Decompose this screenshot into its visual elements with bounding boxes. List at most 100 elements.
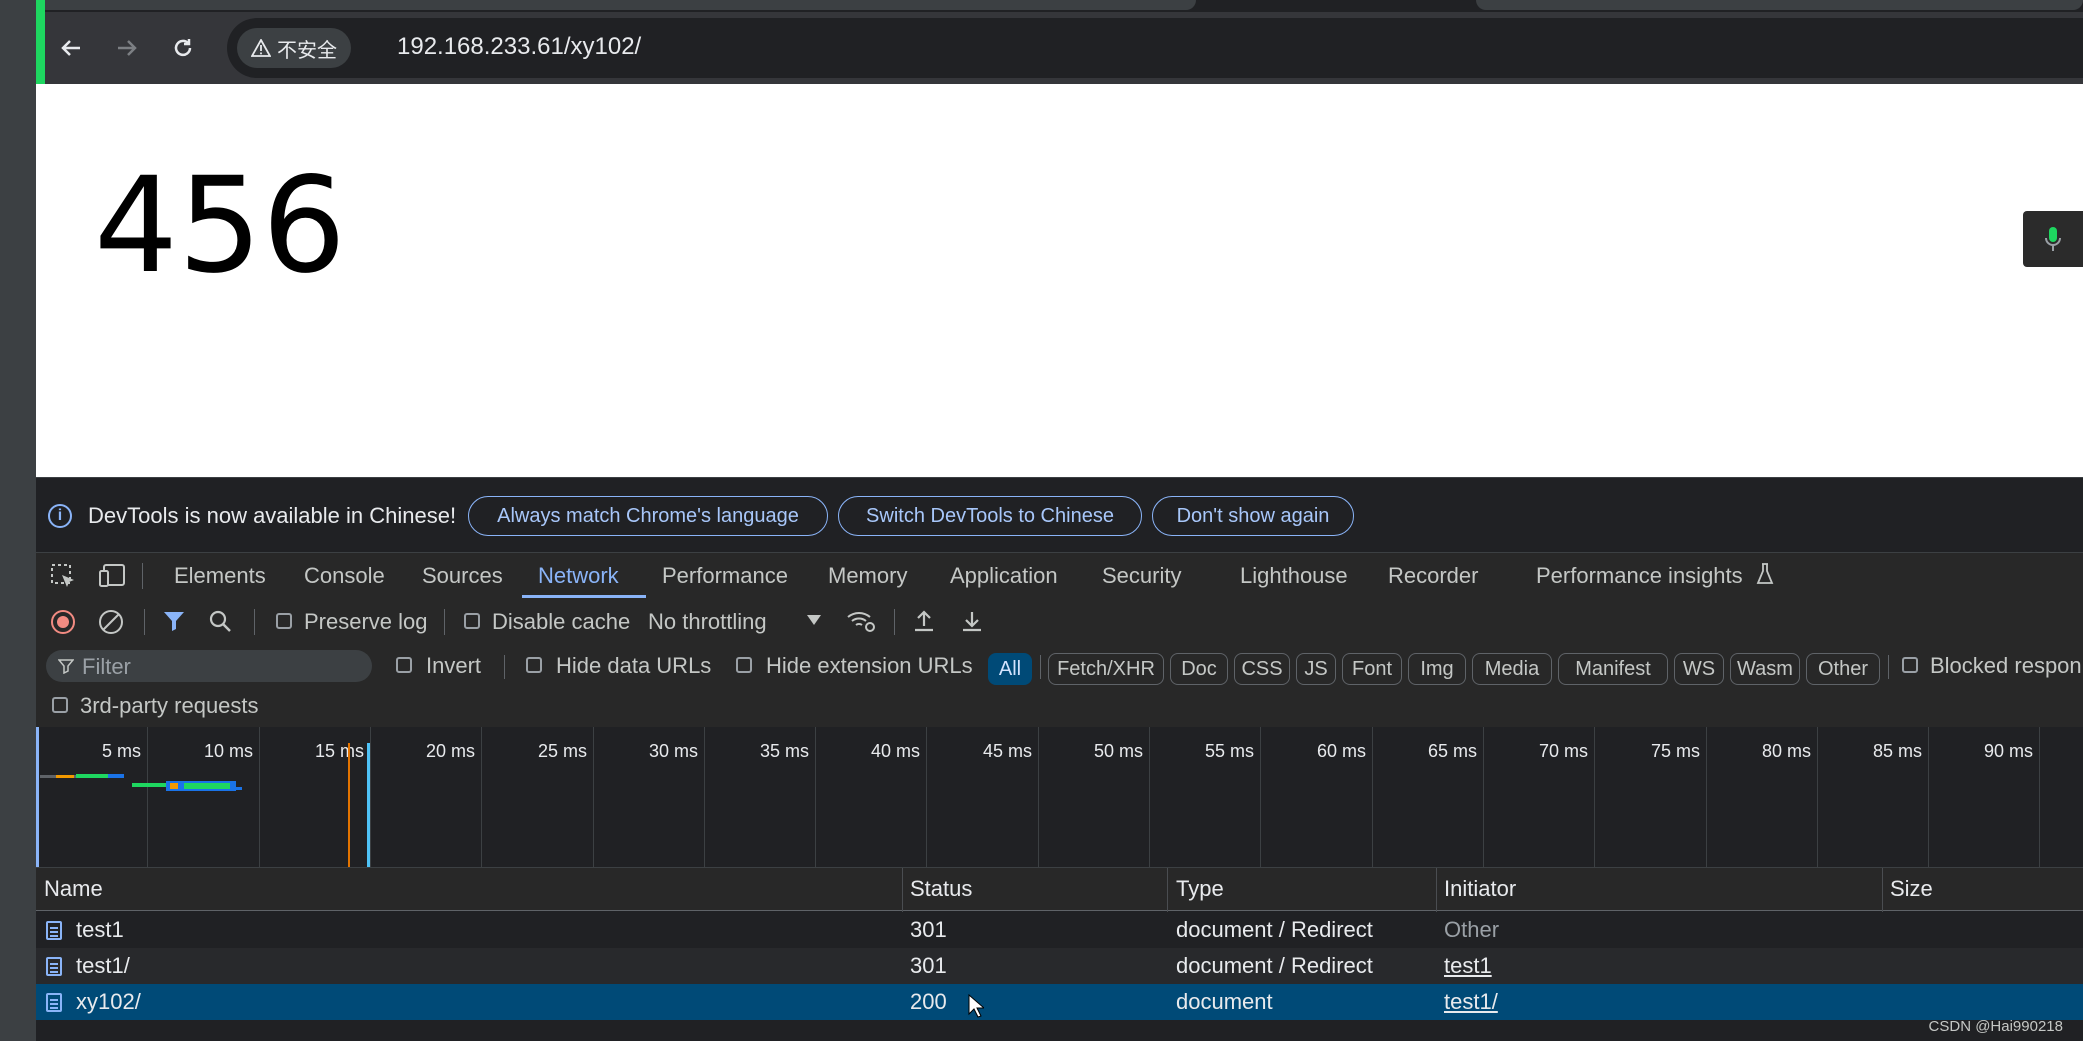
inspect-element-icon[interactable] xyxy=(50,563,76,594)
tab-lighthouse[interactable]: Lighthouse xyxy=(1240,563,1348,589)
devtools-panel-tabs: Elements Console Sources Network Perform… xyxy=(36,552,2083,600)
column-header-initiator[interactable]: Initiator xyxy=(1444,868,1516,910)
device-toolbar-icon[interactable] xyxy=(98,563,126,594)
active-tab-indicator xyxy=(522,595,646,598)
invert-checkbox[interactable] xyxy=(396,657,412,673)
invert-label: Invert xyxy=(426,653,482,678)
request-name: test1 xyxy=(76,917,124,942)
timeline-gridline xyxy=(481,727,482,867)
timeline-tick-label: 40 ms xyxy=(870,741,920,761)
import-har-icon[interactable] xyxy=(912,609,936,638)
blocked-response-checkbox[interactable] xyxy=(1902,657,1918,673)
type-filter-font[interactable]: Font xyxy=(1342,653,1402,685)
column-header-name[interactable]: Name xyxy=(44,868,103,910)
type-filter-img[interactable]: Img xyxy=(1408,653,1466,685)
switch-to-chinese-button[interactable]: Switch DevTools to Chinese xyxy=(838,496,1142,536)
third-party-checkbox[interactable] xyxy=(52,697,68,713)
request-initiator-link[interactable]: test1/ xyxy=(1444,984,1498,1020)
timeline-bar xyxy=(170,783,178,789)
timeline-tick-label: 55 ms xyxy=(1204,741,1254,761)
security-chip[interactable]: 不安全 xyxy=(237,28,351,68)
page-viewport: 456 xyxy=(36,84,2083,477)
always-match-language-button[interactable]: Always match Chrome's language xyxy=(468,496,828,536)
info-icon: i xyxy=(48,504,72,528)
tab-application[interactable]: Application xyxy=(950,563,1058,589)
tab-memory[interactable]: Memory xyxy=(828,563,907,589)
tab-elements[interactable]: Elements xyxy=(174,563,266,589)
timeline-tick-label: 75 ms xyxy=(1650,741,1700,761)
timeline-tick-label: 65 ms xyxy=(1427,741,1477,761)
voice-input-button[interactable] xyxy=(2023,211,2083,267)
hide-data-urls-checkbox[interactable] xyxy=(526,657,542,673)
disable-cache-checkbox[interactable] xyxy=(464,613,480,629)
timeline-left-handle[interactable] xyxy=(36,727,39,867)
timeline-gridline xyxy=(1817,727,1818,867)
timeline-gridline xyxy=(2039,727,2040,867)
tab-console[interactable]: Console xyxy=(304,563,385,589)
type-filter-media[interactable]: Media xyxy=(1472,653,1552,685)
timeline-tick-label: 45 ms xyxy=(982,741,1032,761)
type-filter-js[interactable]: JS xyxy=(1296,653,1336,685)
filter-funnel-icon[interactable] xyxy=(162,609,186,638)
column-header-type[interactable]: Type xyxy=(1176,868,1224,910)
table-header xyxy=(36,868,2083,911)
network-requests-table: Name Status Type Initiator Size test1 30… xyxy=(36,868,2083,1041)
search-icon[interactable] xyxy=(208,609,232,638)
hide-extension-urls-checkbox[interactable] xyxy=(736,657,752,673)
request-initiator-link[interactable]: test1 xyxy=(1444,948,1492,984)
tab-network[interactable]: Network xyxy=(538,563,619,589)
request-status: 301 xyxy=(910,917,947,942)
forward-button[interactable] xyxy=(111,32,143,64)
dont-show-again-button[interactable]: Don't show again xyxy=(1152,496,1354,536)
arrow-left-icon xyxy=(61,40,80,56)
toolbar-divider xyxy=(504,655,505,679)
type-filter-fetch-xhr[interactable]: Fetch/XHR xyxy=(1048,653,1164,685)
table-row[interactable]: test1 301 document / Redirect Other xyxy=(36,912,2083,948)
timeline-bar xyxy=(132,783,168,787)
request-type: document / Redirect xyxy=(1176,917,1373,942)
tab-performance[interactable]: Performance xyxy=(662,563,788,589)
reload-button[interactable] xyxy=(167,32,199,64)
filter-input[interactable]: Filter xyxy=(46,650,372,682)
url-text[interactable]: 192.168.233.61/xy102/ xyxy=(397,33,641,61)
type-filter-ws[interactable]: WS xyxy=(1674,653,1724,685)
back-button[interactable] xyxy=(55,32,87,64)
timeline-gridline xyxy=(1594,727,1595,867)
table-row-selected[interactable]: xy102/ 200 document test1/ xyxy=(36,984,2083,1020)
type-filter-css[interactable]: CSS xyxy=(1234,653,1290,685)
timeline-tick-label: 50 ms xyxy=(1093,741,1143,761)
browser-tab[interactable] xyxy=(1476,0,2083,10)
toolbar-divider xyxy=(1888,655,1889,679)
throttling-select[interactable]: No throttling xyxy=(648,609,767,635)
type-filter-doc[interactable]: Doc xyxy=(1170,653,1228,685)
type-filter-all[interactable]: All xyxy=(988,653,1032,685)
preserve-log-checkbox[interactable] xyxy=(276,613,292,629)
timeline-bar xyxy=(108,774,124,778)
type-filter-manifest[interactable]: Manifest xyxy=(1558,653,1668,685)
network-overview-timeline[interactable]: 5 ms 10 ms 15 ms 20 ms 25 ms 30 ms 35 ms 40 ms 4… xyxy=(36,727,2083,868)
tab-recorder[interactable]: Recorder xyxy=(1388,563,1478,589)
browser-tab[interactable] xyxy=(36,0,1196,10)
type-filter-wasm[interactable]: Wasm xyxy=(1730,653,1800,685)
column-header-status[interactable]: Status xyxy=(910,868,972,910)
toolbar-divider xyxy=(1040,655,1041,679)
record-stop-icon[interactable] xyxy=(50,609,76,640)
mouse-cursor-icon xyxy=(968,994,984,1018)
tab-performance-insights[interactable]: Performance insights xyxy=(1536,563,1743,589)
column-header-size[interactable]: Size xyxy=(1890,868,1933,910)
third-party-row: 3rd-party requests xyxy=(36,689,2083,728)
timeline-tick-label: 15 ms xyxy=(314,741,364,761)
page-content-text: 456 xyxy=(94,149,346,303)
tab-security[interactable]: Security xyxy=(1102,563,1181,589)
timeline-tick-label: 10 ms xyxy=(203,741,253,761)
timeline-tick-label: 35 ms xyxy=(759,741,809,761)
dropdown-triangle-icon[interactable] xyxy=(806,613,822,632)
export-har-icon[interactable] xyxy=(960,609,984,638)
network-conditions-icon[interactable] xyxy=(846,609,876,638)
tab-sources[interactable]: Sources xyxy=(422,563,503,589)
table-row[interactable]: test1/ 301 document / Redirect test1 xyxy=(36,948,2083,984)
clear-icon[interactable] xyxy=(98,609,124,640)
type-filter-other[interactable]: Other xyxy=(1806,653,1880,685)
timeline-gridline xyxy=(1483,727,1484,867)
address-bar[interactable]: 不安全 192.168.233.61/xy102/ xyxy=(227,18,2083,78)
